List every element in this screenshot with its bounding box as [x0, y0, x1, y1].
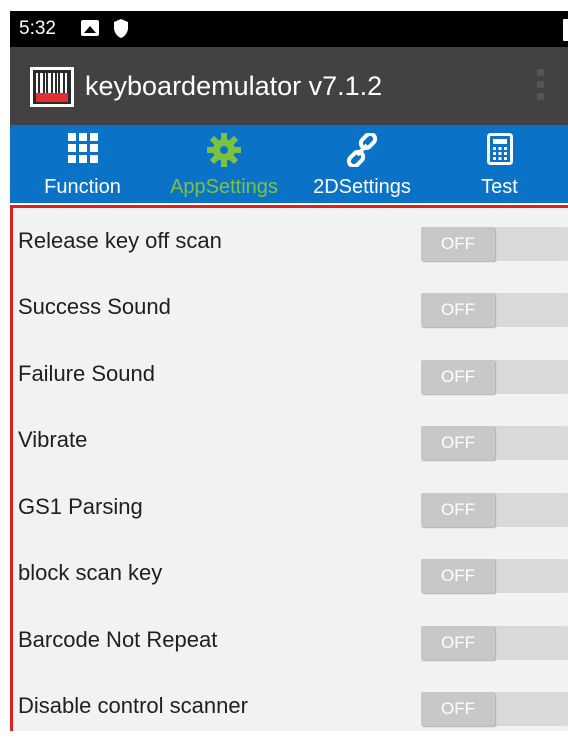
shield-icon — [114, 19, 128, 38]
setting-row-failure-sound: Failure Sound OFF — [13, 341, 568, 407]
setting-label: GS1 Parsing — [18, 494, 143, 519]
release-key-off-scan-toggle[interactable]: OFF — [421, 227, 568, 261]
app-bar: keyboardemulator v7.1.2 — [10, 47, 568, 125]
grid-icon — [67, 133, 98, 163]
setting-row-vibrate: Vibrate OFF — [13, 407, 568, 473]
battery-icon — [563, 19, 568, 41]
setting-row-barcode-not-repeat: Barcode Not Repeat OFF — [13, 607, 568, 673]
setting-label: block scan key — [18, 560, 163, 585]
overflow-menu-icon[interactable] — [530, 69, 550, 109]
block-scan-key-toggle[interactable]: OFF — [421, 559, 568, 593]
failure-sound-toggle[interactable]: OFF — [421, 360, 568, 394]
toggle-state: OFF — [421, 426, 495, 460]
barcode-logo-icon — [30, 67, 74, 107]
vibrate-toggle[interactable]: OFF — [421, 426, 568, 460]
toggle-state: OFF — [421, 293, 495, 327]
status-bar: 5:32 — [10, 11, 568, 47]
toggle-state: OFF — [421, 559, 495, 593]
tab-appsettings[interactable]: AppSettings — [155, 125, 293, 203]
tab-test-label: Test — [481, 176, 518, 198]
tab-function-label: Function — [44, 176, 121, 198]
app-title: keyboardemulator v7.1.2 — [85, 71, 383, 101]
tab-appsettings-label: AppSettings — [170, 176, 278, 198]
setting-row-gs1-parsing: GS1 Parsing OFF — [13, 474, 568, 540]
tab-function[interactable]: Function — [10, 125, 155, 203]
tab-bar: Function AppSettings 2DSettings Test — [10, 125, 568, 203]
gs1-parsing-toggle[interactable]: OFF — [421, 493, 568, 527]
tab-2dsettings[interactable]: 2DSettings — [293, 125, 431, 203]
toggle-state: OFF — [421, 493, 495, 527]
setting-row-disable-control-scanner: Disable control scanner OFF — [13, 673, 568, 739]
toggle-state: OFF — [421, 360, 495, 394]
setting-label: Barcode Not Repeat — [18, 627, 218, 652]
link-icon — [346, 133, 378, 167]
disable-control-scanner-toggle[interactable]: OFF — [421, 692, 568, 726]
setting-row-block-scan-key: block scan key OFF — [13, 540, 568, 606]
settings-list: Release key off scan OFF Success Sound O… — [10, 205, 568, 731]
toggle-state: OFF — [421, 227, 495, 261]
setting-row-release-key-off-scan: Release key off scan OFF — [13, 208, 568, 274]
tab-test[interactable]: Test — [431, 125, 568, 203]
toggle-state: OFF — [421, 626, 495, 660]
setting-row-success-sound: Success Sound OFF — [13, 274, 568, 340]
gear-icon — [207, 133, 241, 167]
image-icon — [81, 20, 99, 36]
tab-2dsettings-label: 2DSettings — [313, 176, 411, 198]
setting-label: Vibrate — [18, 427, 88, 452]
setting-label: Failure Sound — [18, 361, 155, 386]
setting-label: Release key off scan — [18, 228, 222, 253]
calculator-icon — [486, 133, 513, 165]
setting-label: Disable control scanner — [18, 693, 248, 718]
toggle-state: OFF — [421, 692, 495, 726]
success-sound-toggle[interactable]: OFF — [421, 293, 568, 327]
setting-label: Success Sound — [18, 294, 171, 319]
status-time: 5:32 — [19, 18, 56, 39]
barcode-not-repeat-toggle[interactable]: OFF — [421, 626, 568, 660]
